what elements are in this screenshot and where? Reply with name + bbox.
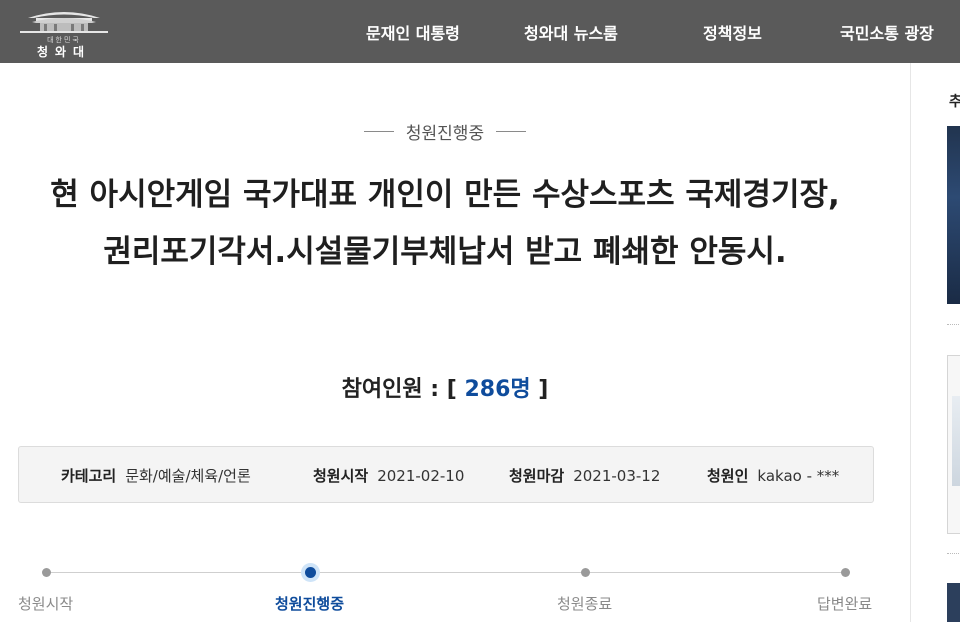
progress-track	[46, 572, 846, 573]
progress-dot-current	[305, 567, 316, 578]
progress-step-closed: 청원종료	[557, 595, 613, 613]
info-label: 청원시작	[313, 467, 369, 485]
status-label: 청원진행중	[405, 124, 485, 144]
progress-dot	[581, 568, 590, 577]
recommended-thumbnail[interactable]	[947, 126, 960, 304]
progress-step-answered: 답변완료	[817, 595, 873, 613]
progress-step-ongoing: 청원진행중	[275, 595, 345, 613]
info-category: 카테고리 문화/예술/체육/언론	[61, 447, 251, 504]
top-header: 대한민국 청와대 문재인 대통령 청와대 뉴스룸 정책정보 국민소통 광장	[0, 0, 960, 63]
divider	[947, 553, 960, 554]
info-value: 2021-02-10	[377, 466, 465, 485]
participant-bracket: ]	[530, 377, 549, 402]
petition-progress: 청원시작 청원진행중 청원종료 답변완료	[0, 558, 910, 622]
participant-label: 참여인원 : [	[341, 377, 465, 402]
cheongwadae-logo[interactable]: 대한민국 청와대	[14, 4, 114, 59]
info-author: 청원인 kakao - ***	[707, 447, 839, 504]
info-label: 청원마감	[509, 467, 565, 485]
petition-status: 청원진행중	[0, 119, 890, 144]
info-value: 2021-03-12	[573, 466, 661, 485]
info-value: kakao - ***	[757, 466, 840, 485]
progress-step-start: 청원시작	[18, 595, 74, 613]
divider	[496, 131, 527, 132]
info-end-date: 청원마감 2021-03-12	[509, 447, 660, 504]
petition-info-box: 카테고리 문화/예술/체육/언론 청원시작 2021-02-10 청원마감 20…	[18, 446, 874, 503]
info-start-date: 청원시작 2021-02-10	[313, 447, 464, 504]
nav-president[interactable]: 문재인 대통령	[366, 0, 460, 63]
nav-policy-info[interactable]: 정책정보	[703, 0, 762, 63]
info-label: 청원인	[707, 467, 749, 485]
petition-main: 청원진행중 현 아시안게임 국가대표 개인이 만든 수상스포츠 국제경기장, 권…	[0, 63, 910, 622]
participant-count: 참여인원 : [ 286명 ]	[0, 371, 890, 403]
nav-public-square[interactable]: 국민소통 광장	[840, 0, 934, 63]
logo-name: 청와대	[36, 45, 92, 59]
divider	[363, 131, 394, 132]
thumbnail-image	[952, 396, 960, 486]
progress-dot	[42, 568, 51, 577]
recommended-thumbnail[interactable]	[947, 355, 960, 534]
participant-number: 286명	[464, 377, 531, 402]
info-value: 문화/예술/체육/언론	[125, 467, 251, 485]
sidebar-title: 추	[949, 94, 960, 110]
nav-newsroom[interactable]: 청와대 뉴스룸	[524, 0, 618, 63]
petition-title: 현 아시안게임 국가대표 개인이 만든 수상스포츠 국제경기장, 권리포기각서.…	[50, 177, 840, 270]
blue-house-roof-icon	[20, 12, 108, 33]
progress-dot	[841, 568, 850, 577]
recommended-thumbnail[interactable]	[947, 583, 960, 622]
recommended-sidebar: 추	[910, 63, 960, 622]
info-label: 카테고리	[61, 467, 117, 485]
divider	[947, 324, 960, 325]
